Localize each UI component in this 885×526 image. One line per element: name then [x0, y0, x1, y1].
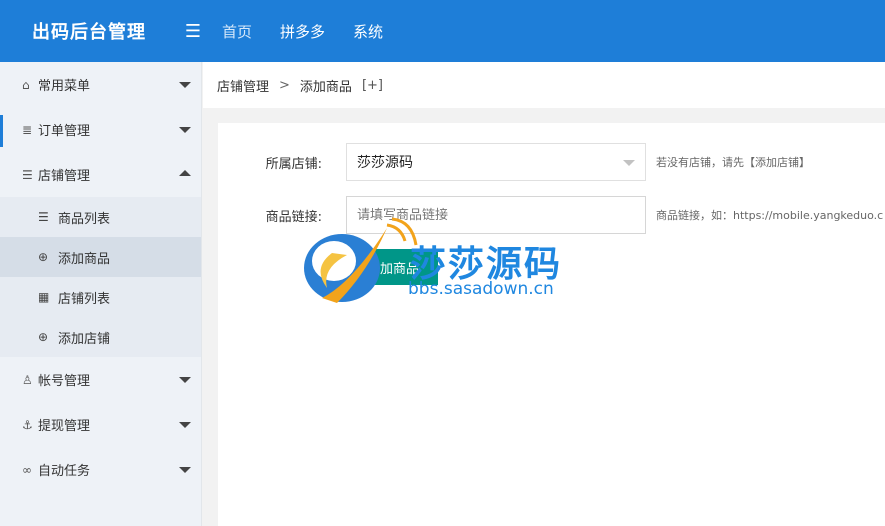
grid-icon: ▦	[38, 290, 50, 304]
indent-icon[interactable]: ☰	[178, 21, 208, 42]
sidebar-item-orders[interactable]: ≣ 订单管理	[0, 107, 201, 152]
chevron-up-icon	[179, 170, 191, 176]
chevron-down-icon	[179, 82, 191, 88]
sub-item-add-product[interactable]: ⊕ 添加商品	[0, 237, 201, 277]
sub-item-label: 添加商品	[58, 251, 111, 267]
sub-item-label: 店铺列表	[58, 291, 111, 307]
sidebar-item-withdrawals[interactable]: ⚓ 提现管理	[0, 402, 201, 447]
chevron-down-icon	[179, 377, 191, 383]
sidebar-item-accounts[interactable]: ♙ 帐号管理	[0, 357, 201, 402]
sub-item-add-shop[interactable]: ⊕ 添加店铺	[0, 317, 201, 357]
list-icon: ☰	[22, 167, 33, 182]
home-icon: ⌂	[22, 77, 30, 92]
shop-hint: 若没有店铺，请先【添加店铺】	[656, 156, 810, 169]
plus-circle-icon: ⊕	[38, 250, 49, 264]
shop-select[interactable]: 莎莎源码	[346, 143, 646, 181]
app-title: 出码后台管理	[32, 22, 146, 43]
plus-circle-icon: ⊕	[38, 330, 49, 344]
sidebar-item-shops[interactable]: ☰ 店铺管理	[0, 152, 201, 197]
link-icon: ∞	[22, 462, 32, 477]
chevron-down-icon	[179, 127, 191, 133]
watermark: 莎莎源码 bbs.sasadown.cn	[292, 213, 612, 313]
sidebar-item-label: 订单管理	[38, 124, 91, 139]
top-header: 出码后台管理 ☰ 首页 拼多多 系统	[0, 0, 885, 62]
nav-pinduoduo[interactable]: 拼多多	[266, 21, 339, 42]
nav-home[interactable]: 首页	[208, 21, 266, 42]
sub-item-product-list[interactable]: ☰ 商品列表	[0, 197, 201, 237]
sidebar-item-label: 店铺管理	[38, 169, 91, 184]
anchor-icon: ⚓	[22, 417, 33, 432]
sidebar-item-label: 提现管理	[38, 419, 91, 434]
breadcrumb-parent[interactable]: 店铺管理	[217, 76, 269, 95]
breadcrumb: 店铺管理 > 添加商品 [+]	[203, 62, 885, 108]
top-nav: 首页 拼多多 系统	[208, 21, 397, 42]
shop-submenu: ☰ 商品列表 ⊕ 添加商品 ▦ 店铺列表 ⊕ 添加店铺	[0, 197, 201, 357]
breadcrumb-separator: >	[279, 77, 290, 93]
sub-item-shop-list[interactable]: ▦ 店铺列表	[0, 277, 201, 317]
watermark-url: bbs.sasadown.cn	[408, 279, 554, 299]
chevron-down-icon	[179, 422, 191, 428]
sidebar: ⌂ 常用菜单 ≣ 订单管理 ☰ 店铺管理 ☰ 商品列表 ⊕ 添加商品 ▦ 店铺列…	[0, 62, 202, 526]
breadcrumb-current: 添加商品	[299, 79, 352, 95]
add-product-form: 所属店铺: 莎莎源码 若没有店铺，请先【添加店铺】 商品链接: 商品链接，如：h…	[218, 123, 885, 526]
shop-select-value: 莎莎源码	[357, 155, 413, 171]
sidebar-item-common-menu[interactable]: ⌂ 常用菜单	[0, 62, 201, 107]
shop-label: 所属店铺:	[265, 156, 322, 172]
chevron-down-icon	[623, 160, 635, 166]
sidebar-item-label: 帐号管理	[38, 374, 91, 389]
sidebar-item-auto-tasks[interactable]: ∞ 自动任务	[0, 447, 201, 492]
nav-system[interactable]: 系统	[339, 21, 397, 42]
shop-row: 所属店铺: 莎莎源码 若没有店铺，请先【添加店铺】	[218, 143, 810, 181]
list-icon: ☰	[38, 210, 49, 224]
open-tab-button[interactable]: [+]	[362, 78, 383, 93]
chevron-down-icon	[179, 467, 191, 473]
sub-item-label: 商品列表	[58, 211, 111, 227]
link-hint: 商品链接，如：https://mobile.yangkeduo.c	[656, 209, 884, 222]
database-icon: ≣	[22, 122, 33, 137]
sidebar-item-label: 常用菜单	[38, 79, 91, 94]
user-icon: ♙	[22, 372, 33, 387]
sidebar-item-label: 自动任务	[38, 464, 91, 479]
sub-item-label: 添加店铺	[58, 331, 111, 347]
